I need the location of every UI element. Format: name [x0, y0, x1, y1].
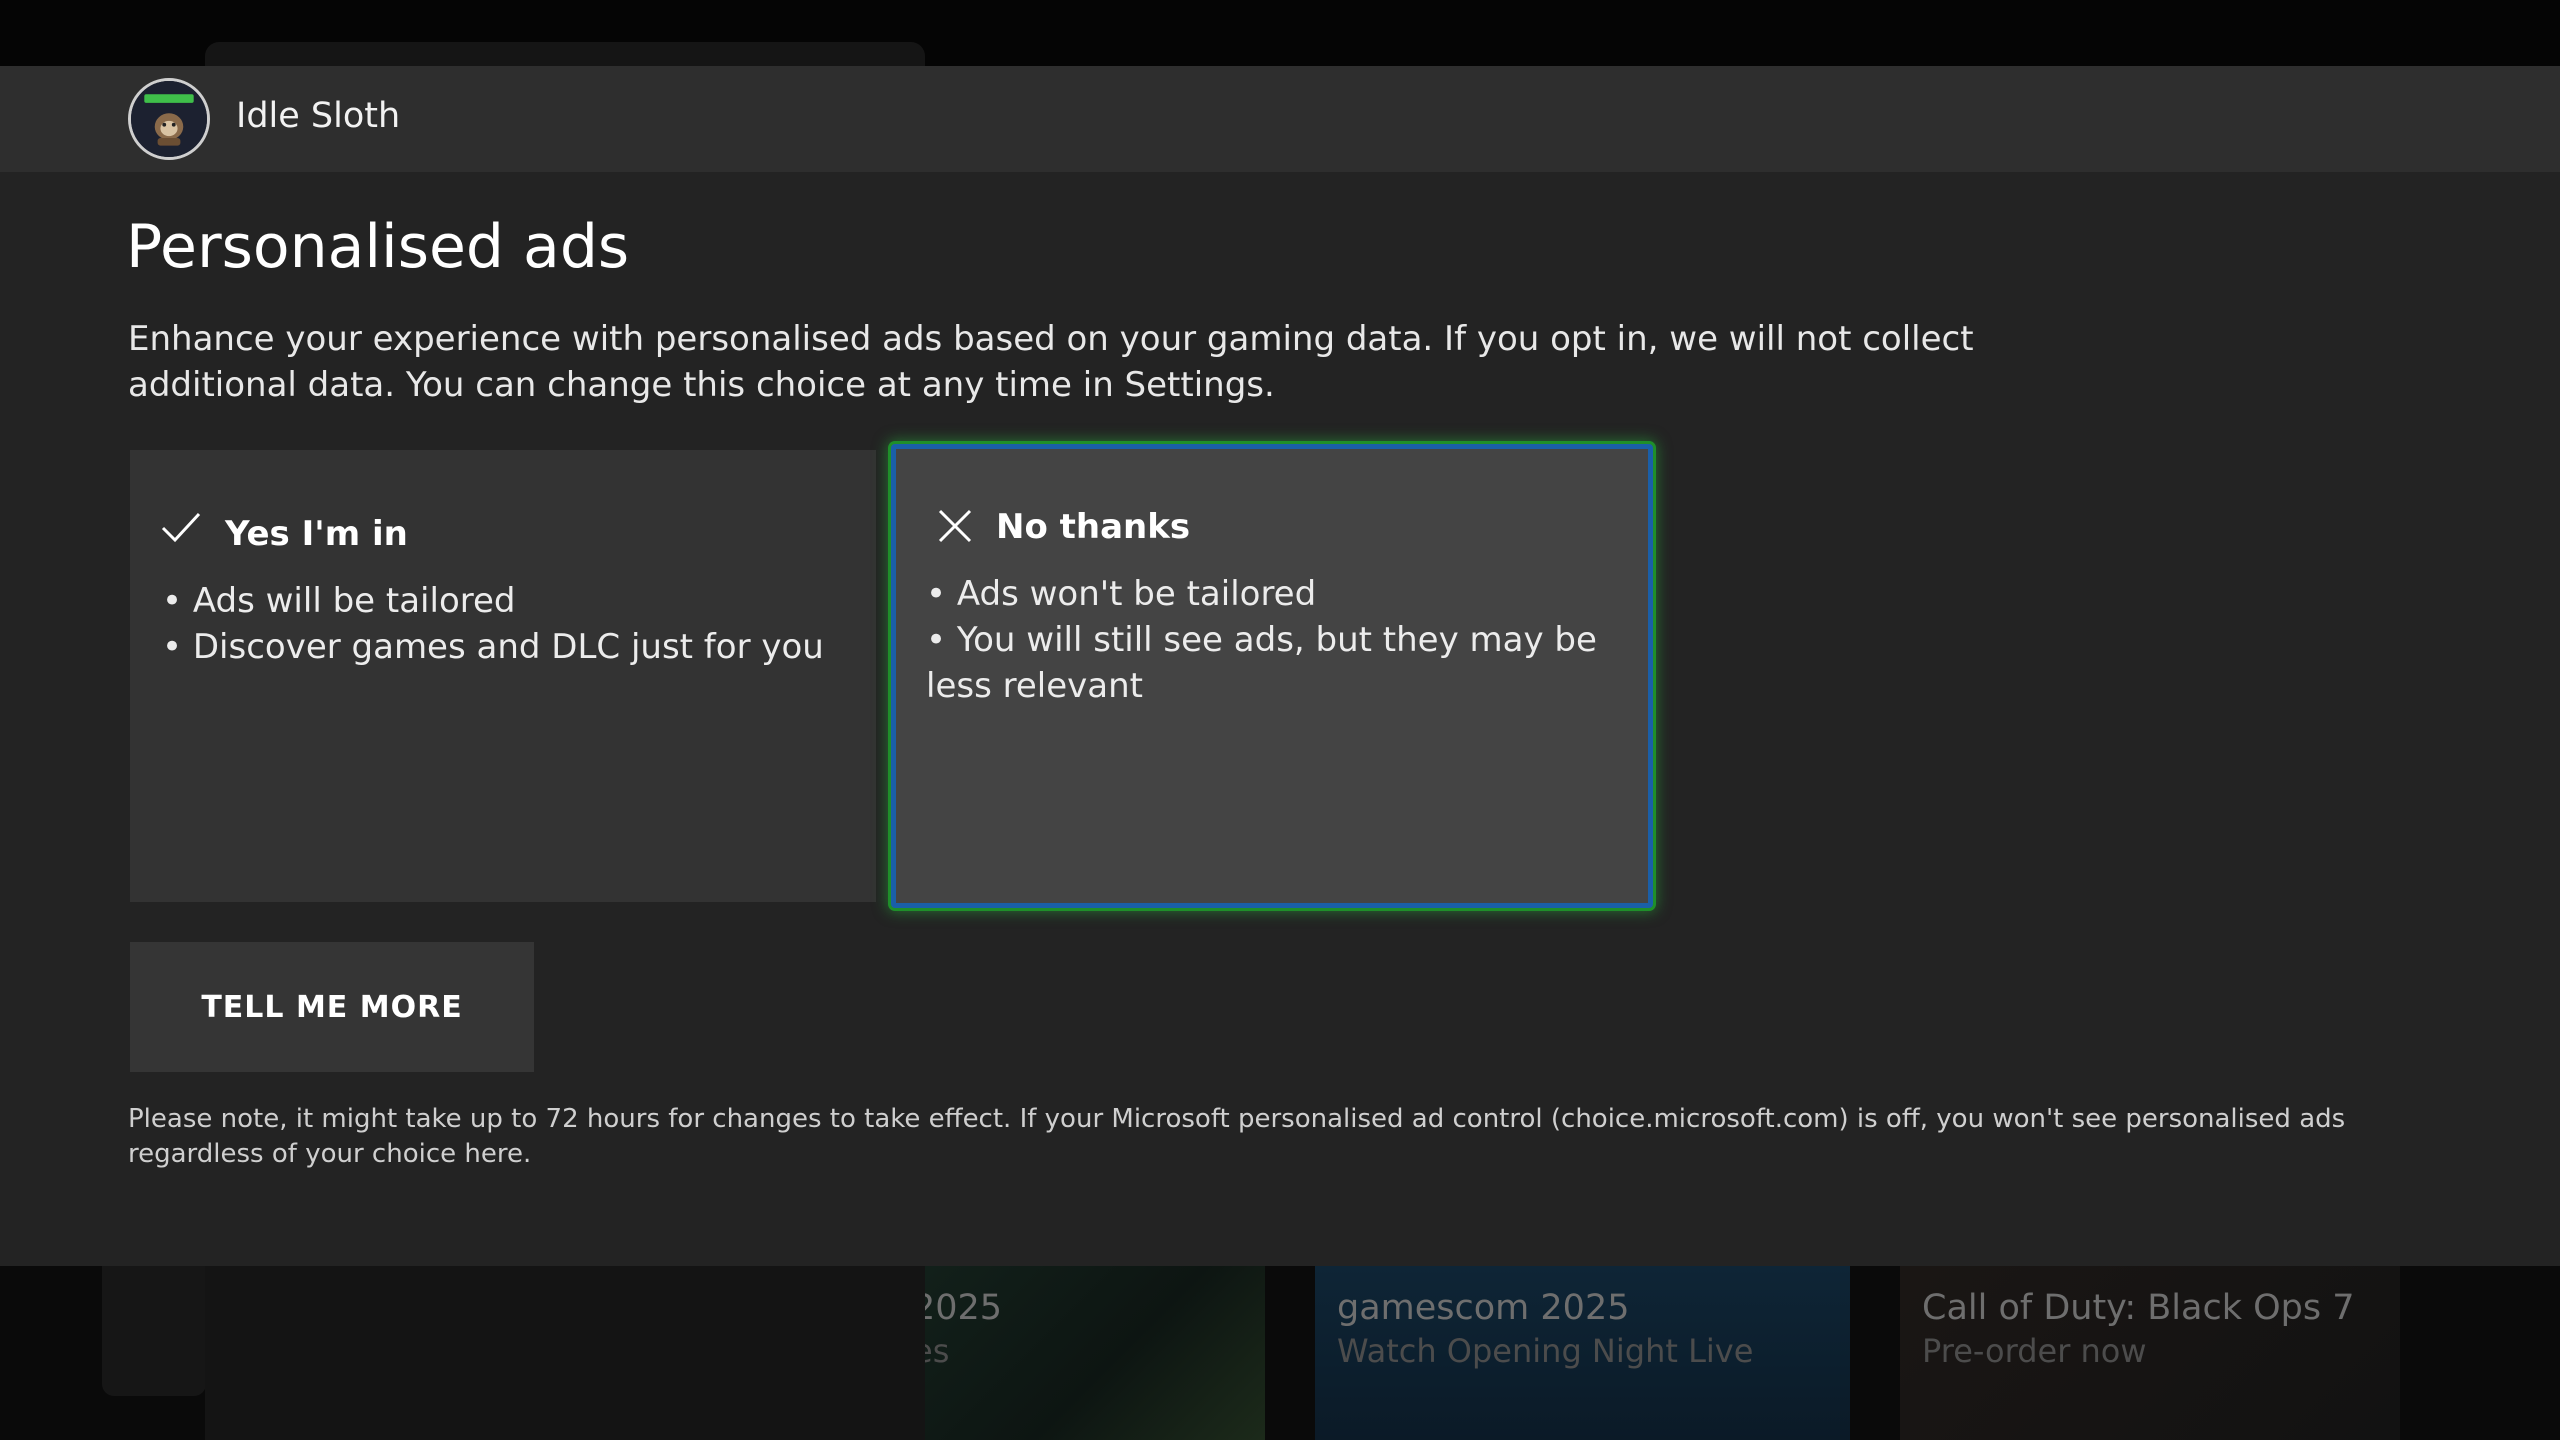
option-no-card[interactable]: No thanks • Ads won't be tailored • You … [891, 444, 1653, 908]
tell-me-more-button[interactable]: TELL ME MORE [130, 942, 534, 1072]
list-item: • Ads will be tailored [162, 581, 516, 621]
background-tile: 2025 es [925, 1266, 1265, 1440]
close-icon [938, 509, 972, 543]
list-item: • Ads won't be tailored [926, 574, 1317, 614]
checkmark-icon [161, 512, 201, 543]
option-yes-label: Yes I'm in [225, 514, 408, 554]
background-tile: gamescom 2025 Watch Opening Night Live [1315, 1266, 1850, 1440]
tile-title: 2025 [925, 1288, 1003, 1328]
background-guide-panel [205, 1266, 925, 1440]
background-panel-edge [205, 42, 925, 66]
background-side-panel [102, 1266, 206, 1396]
gamertag: Idle Sloth [236, 96, 401, 136]
tile-subtitle: es [925, 1332, 950, 1370]
dialog-description: Enhance your experience with personalise… [128, 319, 1974, 405]
profile-header: Idle Sloth [0, 66, 2560, 172]
option-yes-card[interactable]: Yes I'm in • Ads will be tailored • Disc… [130, 450, 876, 902]
tile-title: gamescom 2025 [1337, 1288, 1630, 1328]
option-yes-bullets: • Ads will be tailored • Discover games … [162, 578, 852, 670]
list-item: • Discover games and DLC just for you [162, 627, 824, 667]
option-no-bullets: • Ads won't be tailored • You will still… [926, 571, 1616, 709]
list-item: • You will still see ads, but they may b… [926, 620, 1597, 706]
personalised-ads-dialog: Idle Sloth Personalised ads Enhance your… [0, 66, 2560, 1266]
option-no-label: No thanks [996, 507, 1191, 547]
avatar-image [131, 81, 207, 157]
footnote: Please note, it might take up to 72 hour… [128, 1104, 2346, 1169]
tile-subtitle: Pre-order now [1922, 1332, 2147, 1370]
background-tile: Call of Duty: Black Ops 7 Pre-order now [1900, 1266, 2400, 1440]
sloth-avatar-icon [128, 78, 210, 160]
tile-subtitle: Watch Opening Night Live [1337, 1332, 1754, 1370]
tile-title: Call of Duty: Black Ops 7 [1922, 1288, 2355, 1328]
page-title: Personalised ads [126, 212, 630, 282]
